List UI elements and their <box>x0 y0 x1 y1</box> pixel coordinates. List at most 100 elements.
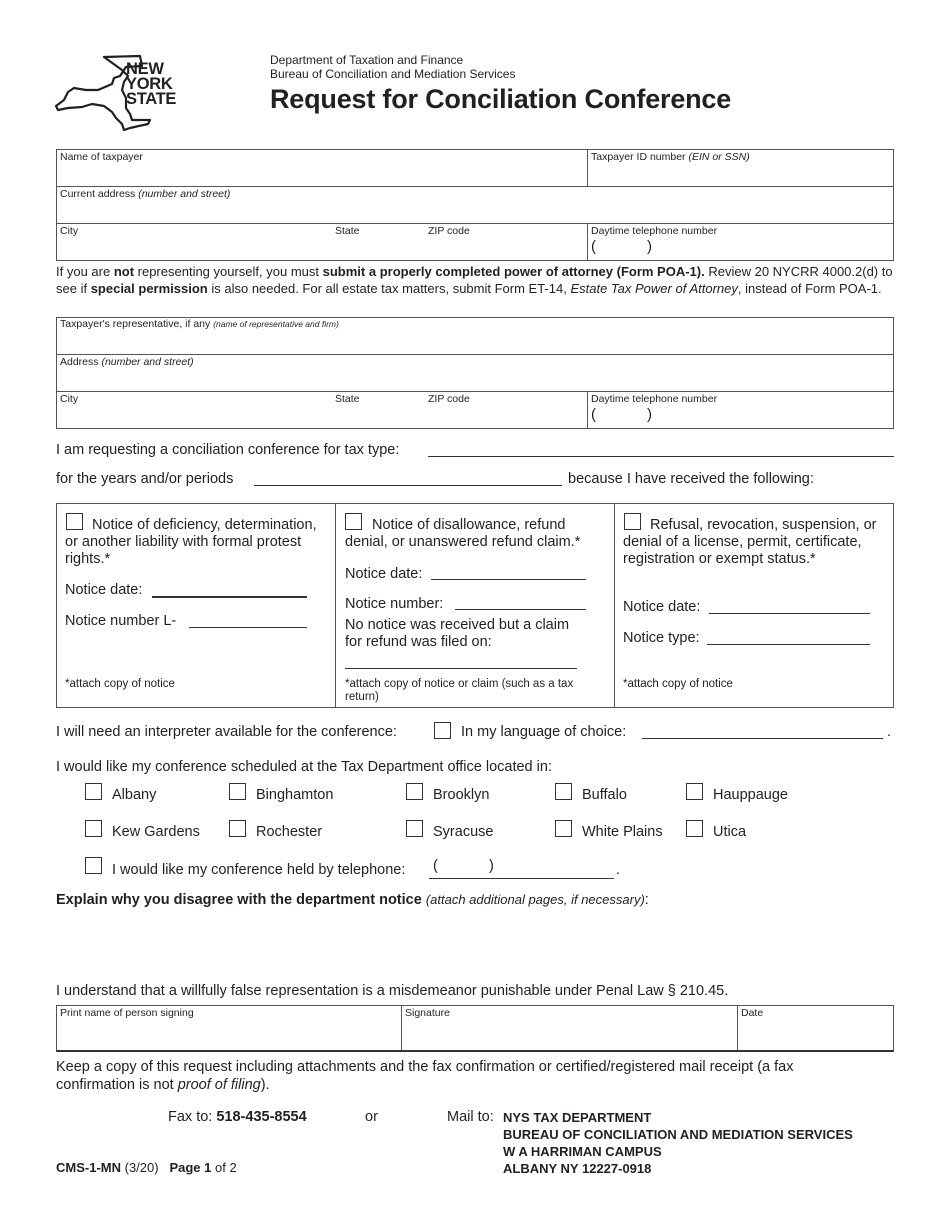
page-total: of 2 <box>215 1160 237 1175</box>
bureau-name: Bureau of Conciliation and Mediation Ser… <box>270 67 516 81</box>
phone-area-open-paren: ( <box>591 406 596 423</box>
office-buffalo-checkbox[interactable] <box>555 783 572 800</box>
tax-type-label: I am requesting a conciliation conferenc… <box>56 442 400 458</box>
explain-label: Explain why you disagree with the depart… <box>56 892 422 908</box>
mail-label: Mail to: <box>447 1109 494 1125</box>
representative-address-field[interactable]: Address (number and street) <box>56 354 894 391</box>
office-syracuse-checkbox[interactable] <box>406 820 423 837</box>
poa-text: , instead of Form POA-1. <box>737 281 882 296</box>
office-utica-label: Utica <box>713 824 747 840</box>
office-kew-gardens-checkbox[interactable] <box>85 820 102 837</box>
page-title: Request for Conciliation Conference <box>270 84 732 114</box>
taxpayer-name-field[interactable]: Name of taxpayer <box>56 149 587 186</box>
notice-license-refusal-title: Refusal, revocation, suspension, or deni… <box>623 517 877 567</box>
explain-disagreement-input[interactable] <box>56 912 894 978</box>
notice-disallowance-date-label: Notice date: <box>345 566 423 582</box>
form-revision: (3/20) <box>124 1160 159 1175</box>
office-binghamton-checkbox[interactable] <box>229 783 246 800</box>
years-periods-input[interactable] <box>254 485 562 486</box>
mail-address-line: ALBANY NY 12227-0918 <box>503 1161 652 1176</box>
print-name-field[interactable]: Print name of person signing <box>56 1005 401 1051</box>
poa-text-italic: Estate Tax Power of Attorney <box>570 281 738 296</box>
notice-deficiency-footnote: *attach copy of notice <box>65 678 175 690</box>
taxpayer-zip-field[interactable]: ZIP code <box>427 223 587 261</box>
taxpayer-state-field[interactable]: State <box>334 223 427 261</box>
taxpayer-phone-field[interactable]: Daytime telephone number <box>587 223 894 261</box>
poa-text: is also needed. For all estate tax matte… <box>207 281 571 296</box>
taxpayer-id-field[interactable]: Taxpayer ID number (EIN or SSN) <box>587 149 894 186</box>
notice-deficiency-title: Notice of deficiency, determination, or … <box>65 517 317 567</box>
keep-copy-notice: Keep a copy of this request including at… <box>56 1058 856 1094</box>
refund-claim-filed-date-input[interactable] <box>345 668 577 669</box>
taxpayer-address-label: Current address <box>60 188 136 200</box>
page-word: Page <box>169 1160 201 1175</box>
office-kew-gardens-label: Kew Gardens <box>112 824 200 840</box>
tax-type-input[interactable] <box>428 456 894 457</box>
notice-license-type-input[interactable] <box>707 644 870 645</box>
office-brooklyn-checkbox[interactable] <box>406 783 423 800</box>
date-label: Date <box>741 1007 764 1019</box>
office-syracuse-label: Syracuse <box>433 824 494 840</box>
office-rochester-checkbox[interactable] <box>229 820 246 837</box>
notice-deficiency-date-label: Notice date: <box>65 582 143 598</box>
notice-disallowance-date-input[interactable] <box>431 579 586 580</box>
or-separator: or <box>365 1109 378 1125</box>
representative-name-field[interactable]: Taxpayer's representative, if any (name … <box>56 317 894 354</box>
office-albany-checkbox[interactable] <box>85 783 102 800</box>
representative-zip-field[interactable]: ZIP code <box>427 391 587 429</box>
office-hauppauge-checkbox[interactable] <box>686 783 703 800</box>
phone-area-open-paren: ( <box>433 858 438 874</box>
form-id: CMS-1-MN <box>56 1160 121 1175</box>
signature-field[interactable]: Signature <box>401 1005 737 1051</box>
representative-name-label: Taxpayer's representative, if any <box>60 318 211 330</box>
department-name: Department of Taxation and Finance <box>270 53 464 67</box>
taxpayer-phone-label: Daytime telephone number <box>591 225 718 237</box>
interpreter-checkbox[interactable] <box>434 722 451 739</box>
office-brooklyn-label: Brooklyn <box>433 787 490 803</box>
because-received-label: because I have received the following: <box>568 471 814 487</box>
logo-word-state: STATE <box>126 90 177 108</box>
taxpayer-state-label: State <box>335 225 360 237</box>
fax-number: 518-435-8554 <box>216 1109 307 1125</box>
notice-disallowance-number-input[interactable] <box>455 609 586 610</box>
poa-text: representing yourself, you must <box>134 264 323 279</box>
taxpayer-zip-label: ZIP code <box>428 225 470 237</box>
office-rochester-label: Rochester <box>256 824 323 840</box>
mailing-address: NYS TAX DEPARTMENT BUREAU OF CONCILIATIO… <box>503 1109 853 1177</box>
office-location-label: I would like my conference scheduled at … <box>56 759 552 775</box>
divider <box>335 503 336 708</box>
language-choice-label: In my language of choice: <box>461 724 627 740</box>
taxpayer-city-field[interactable]: City <box>56 223 334 261</box>
notice-deficiency-number-input[interactable] <box>189 627 307 628</box>
office-buffalo-label: Buffalo <box>582 787 627 803</box>
department-header: Department of Taxation and Finance Burea… <box>270 53 515 81</box>
notice-disallowance-footnote: *attach copy of notice or claim (such as… <box>345 678 574 703</box>
notice-license-footnote: *attach copy of notice <box>623 678 733 690</box>
notice-license-type-label: Notice type: <box>623 630 700 646</box>
office-white-plains-checkbox[interactable] <box>555 820 572 837</box>
representative-state-label: State <box>335 393 360 405</box>
telephone-conference-checkbox[interactable] <box>85 857 102 874</box>
office-hauppauge-label: Hauppauge <box>713 787 788 803</box>
telephone-conference-number-input[interactable] <box>429 878 614 879</box>
divider <box>614 503 615 708</box>
poa-text-bold: special permission <box>90 281 208 296</box>
taxpayer-id-label: Taxpayer ID number <box>591 151 686 163</box>
representative-city-field[interactable]: City <box>56 391 334 429</box>
notice-deficiency-date-input[interactable] <box>152 596 307 598</box>
penal-law-statement: I understand that a willfully false repr… <box>56 983 729 999</box>
notice-license-date-label: Notice date: <box>623 599 701 615</box>
phone-area-close-paren: ) <box>647 406 652 423</box>
notice-deficiency-number-label: Notice number L- <box>65 613 177 629</box>
taxpayer-address-field[interactable]: Current address (number and street) <box>56 186 894 223</box>
date-field[interactable]: Date <box>737 1005 894 1051</box>
office-utica-checkbox[interactable] <box>686 820 703 837</box>
nys-logo: NEW YORK STATE <box>54 54 184 134</box>
representative-zip-label: ZIP code <box>428 393 470 405</box>
representative-phone-field[interactable]: Daytime telephone number <box>587 391 894 429</box>
representative-state-field[interactable]: State <box>334 391 427 429</box>
keep-copy-text-italic: proof of filing <box>177 1077 261 1093</box>
poa-text-bold: submit a properly completed power of att… <box>322 264 705 279</box>
language-choice-input[interactable] <box>642 738 883 739</box>
notice-license-date-input[interactable] <box>709 613 870 614</box>
